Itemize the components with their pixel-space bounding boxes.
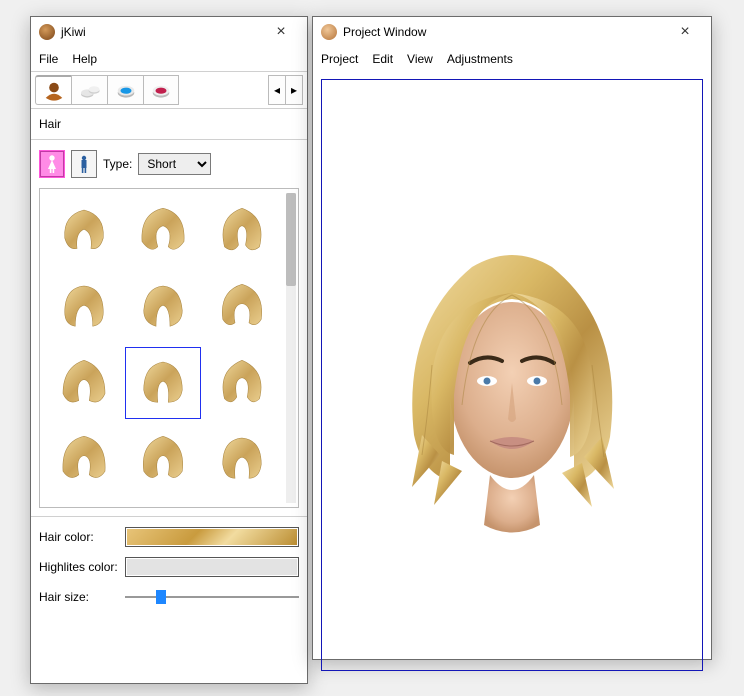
hair-properties: Hair color: Highlites color: Hair size:: [31, 516, 307, 617]
tool-tabs: ◂ ▸: [31, 71, 307, 109]
menu-edit[interactable]: Edit: [372, 52, 393, 66]
female-icon: [45, 154, 59, 174]
window-title: Project Window: [343, 25, 665, 39]
menu-help[interactable]: Help: [72, 52, 97, 66]
hair-thumb[interactable]: [205, 423, 280, 495]
hair-thumb[interactable]: [46, 347, 121, 419]
gender-male-button[interactable]: [71, 150, 97, 178]
hair-thumb[interactable]: [205, 271, 280, 343]
menu-project[interactable]: Project: [321, 52, 358, 66]
hair-thumb[interactable]: [205, 195, 280, 267]
app-icon: [39, 24, 55, 40]
hair-color-label: Hair color:: [39, 530, 125, 544]
hair-size-label: Hair size:: [39, 590, 125, 604]
highlights-color-label: Highlites color:: [39, 560, 125, 574]
menu-view[interactable]: View: [407, 52, 433, 66]
highlights-color-swatch[interactable]: [125, 557, 299, 577]
menubar: Project Edit View Adjustments: [313, 47, 711, 71]
section-label: Hair: [31, 109, 307, 140]
model-preview: [362, 205, 662, 545]
hair-color-swatch[interactable]: [125, 527, 299, 547]
titlebar[interactable]: jKiwi ×: [31, 17, 307, 47]
hair-thumb[interactable]: [125, 347, 200, 419]
hair-thumb[interactable]: [125, 423, 200, 495]
type-select[interactable]: ShortMediumLong: [138, 153, 211, 175]
jars-icon: [79, 79, 101, 101]
compact-blue-icon: [115, 79, 137, 101]
options-bar: Type: ShortMediumLong: [31, 140, 307, 188]
tab-jars[interactable]: [71, 75, 107, 105]
compact-pink-icon: [150, 79, 172, 101]
app-icon: [321, 24, 337, 40]
hair-thumb[interactable]: [46, 423, 121, 495]
close-icon[interactable]: ×: [665, 23, 705, 41]
gender-female-button[interactable]: [39, 150, 65, 178]
tabs-next-button[interactable]: ▸: [285, 75, 303, 105]
hair-thumbnails: [39, 188, 299, 508]
tab-blush[interactable]: [143, 75, 179, 105]
scrollbar-thumb[interactable]: [286, 193, 296, 286]
hair-thumb[interactable]: [125, 271, 200, 343]
menubar: File Help: [31, 47, 307, 71]
menu-adjustments[interactable]: Adjustments: [447, 52, 513, 66]
tabs-prev-button[interactable]: ◂: [268, 75, 286, 105]
tab-hair[interactable]: [35, 75, 71, 105]
hair-thumb[interactable]: [205, 347, 280, 419]
titlebar[interactable]: Project Window ×: [313, 17, 711, 47]
type-label: Type:: [103, 157, 132, 171]
hair-thumb[interactable]: [46, 195, 121, 267]
bun-hair-icon: [43, 80, 65, 102]
close-icon[interactable]: ×: [261, 23, 301, 41]
hair-thumb[interactable]: [125, 195, 200, 267]
project-window: Project Window × Project Edit View Adjus…: [312, 16, 712, 660]
menu-file[interactable]: File: [39, 52, 58, 66]
tab-eyeshadow[interactable]: [107, 75, 143, 105]
male-icon: [77, 154, 91, 174]
scrollbar[interactable]: [286, 193, 296, 503]
canvas[interactable]: [321, 79, 703, 671]
tools-window: jKiwi × File Help: [30, 16, 308, 684]
hair-thumb[interactable]: [46, 271, 121, 343]
hair-size-slider[interactable]: [125, 587, 299, 607]
window-title: jKiwi: [61, 25, 261, 39]
